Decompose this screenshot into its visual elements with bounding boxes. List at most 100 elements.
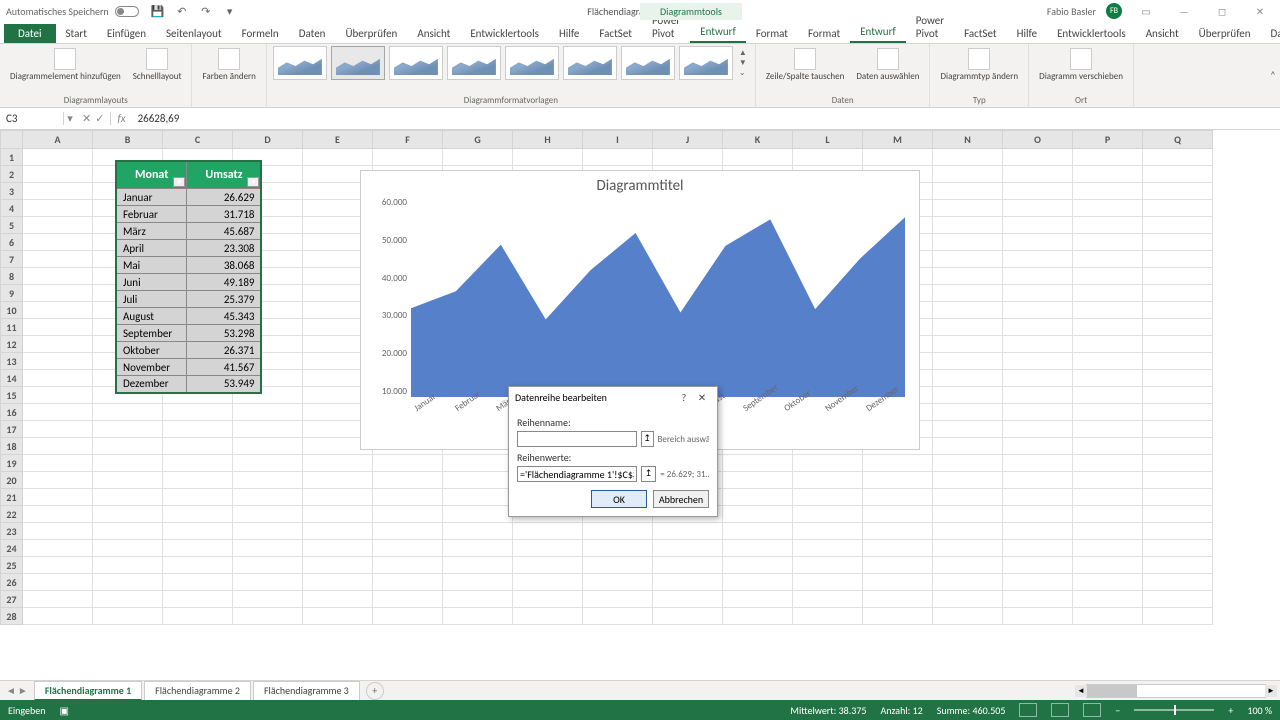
zoom-in-icon[interactable]: + xyxy=(1228,704,1233,717)
row-header-2[interactable]: 2 xyxy=(1,166,23,183)
cell[interactable] xyxy=(653,540,723,557)
cell[interactable] xyxy=(303,557,373,574)
zoom-level[interactable]: 100 % xyxy=(1247,704,1272,717)
cell[interactable] xyxy=(933,421,1003,438)
table-cell[interactable]: April xyxy=(116,240,187,257)
ribbon-tab-entwicklertools[interactable]: Entwicklertools xyxy=(1047,24,1136,43)
cell[interactable] xyxy=(723,523,793,540)
cell[interactable] xyxy=(1003,319,1073,336)
enter-formula-icon[interactable]: ✓ xyxy=(95,112,104,125)
table-cell[interactable]: 53.298 xyxy=(187,325,262,342)
cell[interactable] xyxy=(1003,421,1073,438)
cancel-button[interactable]: Abbrechen xyxy=(653,490,709,508)
cell[interactable] xyxy=(1143,523,1213,540)
cell[interactable] xyxy=(23,574,93,591)
cell[interactable] xyxy=(163,608,233,625)
cell[interactable] xyxy=(793,557,863,574)
cell[interactable] xyxy=(1073,166,1143,183)
col-header-I[interactable]: I xyxy=(583,131,653,149)
cell[interactable] xyxy=(1143,268,1213,285)
table-cell[interactable]: 26.371 xyxy=(187,342,262,359)
cell[interactable] xyxy=(933,591,1003,608)
cell[interactable] xyxy=(1143,506,1213,523)
row-header-23[interactable]: 23 xyxy=(1,523,23,540)
cell[interactable] xyxy=(163,472,233,489)
range-picker-icon[interactable]: ↥ xyxy=(641,431,654,447)
maximize-icon[interactable]: ◻ xyxy=(1208,5,1236,18)
cell[interactable] xyxy=(933,574,1003,591)
cell[interactable] xyxy=(1073,183,1143,200)
cell[interactable] xyxy=(933,285,1003,302)
cell[interactable] xyxy=(443,540,513,557)
ribbon-tab-format[interactable]: Format xyxy=(746,24,798,43)
cell[interactable] xyxy=(1003,183,1073,200)
col-header-E[interactable]: E xyxy=(303,131,373,149)
row-header-3[interactable]: 3 xyxy=(1,183,23,200)
cell[interactable] xyxy=(303,540,373,557)
cell[interactable] xyxy=(93,489,163,506)
cell[interactable] xyxy=(23,200,93,217)
cell[interactable] xyxy=(1003,353,1073,370)
col-header-K[interactable]: K xyxy=(723,131,793,149)
row-header-15[interactable]: 15 xyxy=(1,387,23,404)
cell[interactable] xyxy=(23,523,93,540)
cell[interactable] xyxy=(723,557,793,574)
cell[interactable] xyxy=(583,608,653,625)
cell[interactable] xyxy=(373,472,443,489)
cell[interactable] xyxy=(1073,370,1143,387)
select-all-corner[interactable] xyxy=(1,131,23,149)
cell[interactable] xyxy=(933,404,1003,421)
table-cell[interactable]: 38.068 xyxy=(187,257,262,274)
ribbon-tab-ansicht[interactable]: Ansicht xyxy=(407,24,460,43)
cell[interactable] xyxy=(583,540,653,557)
cell[interactable] xyxy=(1073,268,1143,285)
cell[interactable] xyxy=(793,455,863,472)
cell[interactable] xyxy=(863,489,933,506)
cell[interactable] xyxy=(373,489,443,506)
cell[interactable] xyxy=(933,200,1003,217)
cell[interactable] xyxy=(1143,370,1213,387)
cell[interactable] xyxy=(1143,251,1213,268)
sheet-tab[interactable]: Flächendiagramme 3 xyxy=(253,681,360,701)
cell[interactable] xyxy=(1073,285,1143,302)
table-cell[interactable]: 53.949 xyxy=(187,376,262,393)
cell[interactable] xyxy=(303,591,373,608)
cell[interactable] xyxy=(443,506,513,523)
cell[interactable] xyxy=(583,557,653,574)
user-avatar[interactable]: FB xyxy=(1106,3,1122,19)
ribbon-tab-ansicht[interactable]: Ansicht xyxy=(1136,24,1189,43)
cell[interactable] xyxy=(443,489,513,506)
cell[interactable] xyxy=(653,574,723,591)
cell[interactable] xyxy=(653,557,723,574)
cell[interactable] xyxy=(373,557,443,574)
cell[interactable] xyxy=(1073,557,1143,574)
col-header-M[interactable]: M xyxy=(863,131,933,149)
cell[interactable] xyxy=(303,489,373,506)
cell[interactable] xyxy=(863,540,933,557)
filter-icon[interactable]: ▾ xyxy=(247,177,259,187)
cell[interactable] xyxy=(1003,387,1073,404)
cell[interactable] xyxy=(1073,302,1143,319)
cell[interactable] xyxy=(23,302,93,319)
ribbon-tab-entwurf[interactable]: Entwurf xyxy=(850,22,906,43)
table-header[interactable]: Monat▾ xyxy=(116,161,187,189)
cell[interactable] xyxy=(1003,608,1073,625)
table-cell[interactable]: 45.343 xyxy=(187,308,262,325)
cell[interactable] xyxy=(1073,353,1143,370)
table-cell[interactable]: März xyxy=(116,223,187,240)
cell[interactable] xyxy=(1143,166,1213,183)
cell[interactable] xyxy=(233,472,303,489)
table-cell[interactable]: Oktober xyxy=(116,342,187,359)
ribbon-tab-seitenlayout[interactable]: Seitenlayout xyxy=(156,24,232,43)
cell[interactable] xyxy=(863,455,933,472)
cell[interactable] xyxy=(933,268,1003,285)
cancel-formula-icon[interactable]: ✕ xyxy=(82,112,91,125)
row-header-22[interactable]: 22 xyxy=(1,506,23,523)
name-box[interactable]: C3 xyxy=(0,112,64,125)
table-cell[interactable]: August xyxy=(116,308,187,325)
cell[interactable] xyxy=(933,217,1003,234)
cell[interactable] xyxy=(863,591,933,608)
cell[interactable] xyxy=(933,506,1003,523)
cell[interactable] xyxy=(93,540,163,557)
cell[interactable] xyxy=(1073,506,1143,523)
